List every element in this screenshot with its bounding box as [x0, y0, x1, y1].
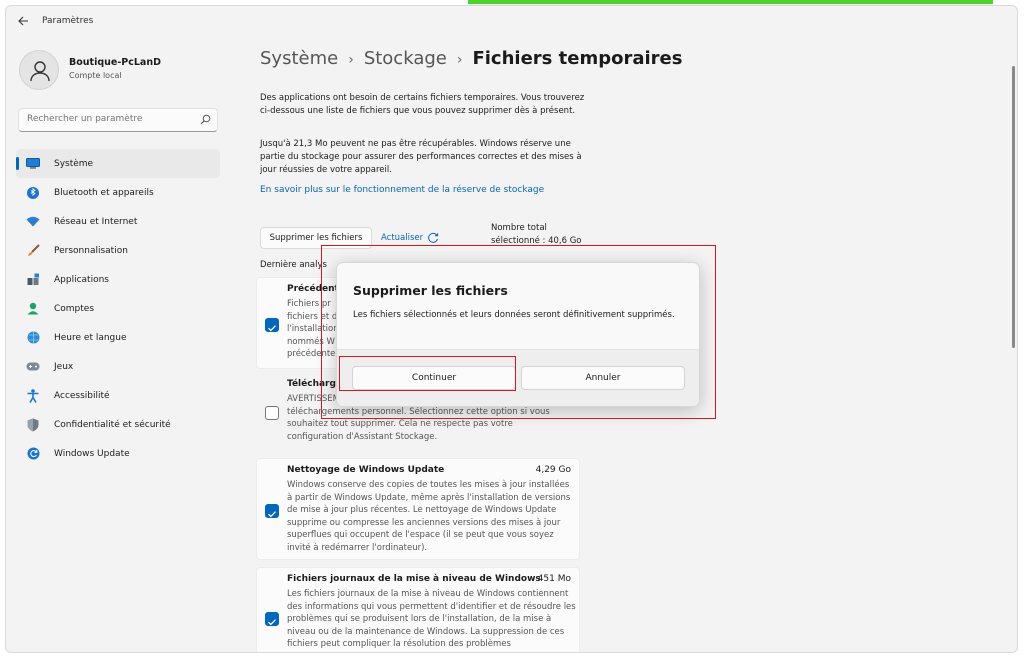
- user-icon: [30, 61, 50, 82]
- sidebar-item-label: Bluetooth et appareils: [54, 187, 154, 198]
- list-item[interactable]: Fichiers journaux de la mise à niveau de…: [256, 567, 580, 652]
- breadcrumb: Système › Stockage › Fichiers temporaires: [260, 48, 682, 69]
- scrollbar-thumb[interactable]: [1012, 66, 1015, 348]
- sidebar-item-label: Comptes: [54, 303, 95, 314]
- item-title: Fichiers journaux de la mise à niveau de…: [287, 574, 541, 584]
- profile-name: Boutique-PcLanD: [69, 57, 161, 68]
- refresh-icon: [428, 232, 439, 243]
- sidebar-item-comptes[interactable]: Comptes: [16, 294, 220, 323]
- confirm-delete-dialog: Supprimer les fichiers Les fichiers séle…: [336, 262, 700, 407]
- sidebar-item-label: Accessibilité: [54, 390, 110, 401]
- sidebar-item-accessibilite[interactable]: Accessibilité: [16, 381, 220, 410]
- profile-account-type: Compte local: [69, 71, 122, 80]
- title-bar: Paramètres: [6, 6, 1017, 38]
- monitor-icon: [26, 158, 40, 169]
- breadcrumb-separator: ›: [456, 52, 463, 68]
- sidebar-item-label: Réseau et Internet: [54, 216, 138, 227]
- continue-button[interactable]: Continuer: [352, 366, 516, 390]
- item-title: Nettoyage de Windows Update: [287, 465, 445, 475]
- breadcrumb-systeme[interactable]: Système: [260, 48, 338, 69]
- top-strip: [468, 0, 993, 4]
- refresh-button[interactable]: Actualiser: [381, 232, 439, 244]
- sidebar-item-reseau[interactable]: Réseau et Internet: [16, 207, 220, 236]
- item-title: Télécharge: [287, 379, 343, 389]
- sidebar-item-label: Personnalisation: [54, 245, 128, 256]
- person-icon: [27, 302, 39, 315]
- sidebar-item-windows-update[interactable]: Windows Update: [16, 439, 220, 468]
- total-selected: Nombre total sélectionné : 40,6 Go: [491, 222, 582, 248]
- bluetooth-icon: [27, 186, 39, 199]
- back-button[interactable]: [14, 14, 32, 30]
- sidebar-item-applications[interactable]: Applications: [16, 265, 220, 294]
- intro-text: Des applications ont besoin de certains …: [260, 93, 585, 116]
- search-icon: [200, 114, 211, 125]
- wifi-icon: [26, 216, 40, 227]
- breadcrumb-separator: ›: [348, 52, 354, 68]
- dialog-title: Supprimer les fichiers: [353, 283, 508, 298]
- dialog-message: Les fichiers sélectionnés et leurs donné…: [353, 310, 675, 320]
- item-checkbox[interactable]: [265, 406, 279, 420]
- sidebar-item-systeme[interactable]: Système: [16, 149, 220, 178]
- item-checkbox[interactable]: [265, 318, 279, 332]
- total-selected-line1: Nombre total: [491, 223, 547, 233]
- apps-icon: [27, 273, 39, 285]
- item-size: 4,29 Go: [535, 465, 571, 475]
- sidebar-item-jeux[interactable]: Jeux: [16, 352, 220, 381]
- shield-icon: [27, 418, 39, 431]
- sidebar-item-label: Heure et langue: [54, 332, 127, 343]
- page-title: Fichiers temporaires: [472, 48, 683, 69]
- delete-files-button[interactable]: Supprimer les fichiers: [260, 227, 372, 249]
- item-checkbox[interactable]: [265, 504, 279, 518]
- cancel-button[interactable]: Annuler: [521, 366, 685, 390]
- sidebar-item-label: Windows Update: [54, 448, 130, 459]
- checkmark-icon: [268, 619, 276, 626]
- sidebar-item-label: Jeux: [54, 361, 74, 372]
- last-analysis-label: Dernière analys: [260, 260, 327, 270]
- back-arrow-icon: [17, 16, 28, 26]
- globe-clock-icon: [27, 331, 39, 344]
- refresh-label: Actualiser: [381, 233, 424, 243]
- breadcrumb-stockage[interactable]: Stockage: [364, 48, 447, 69]
- checkmark-icon: [268, 511, 276, 518]
- sidebar-nav: Système Bluetooth et appareils Réseau et…: [16, 149, 220, 468]
- settings-window: Paramètres Boutique-PcLanD Compte local …: [5, 5, 1018, 653]
- sidebar-item-confidentialite[interactable]: Confidentialité et sécurité: [16, 410, 220, 439]
- avatar[interactable]: [19, 50, 59, 90]
- gamepad-icon: [26, 362, 40, 371]
- sidebar-item-label: Système: [54, 158, 94, 169]
- sidebar-item-bluetooth[interactable]: Bluetooth et appareils: [16, 178, 220, 207]
- accessibility-icon: [27, 388, 39, 403]
- sidebar-item-label: Applications: [54, 274, 109, 285]
- item-description: Windows conserve des copies de toutes le…: [287, 480, 571, 553]
- checkmark-icon: [268, 325, 276, 332]
- app-title: Paramètres: [42, 16, 94, 26]
- item-title: Précédent: [287, 284, 339, 294]
- learn-more-link[interactable]: En savoir plus sur le fonctionnement de …: [260, 185, 544, 195]
- item-description: Les fichiers journaux de la mise à nivea…: [287, 589, 576, 650]
- search-box[interactable]: [18, 108, 218, 132]
- brush-icon: [27, 244, 40, 256]
- item-size: 451 Mo: [537, 574, 571, 584]
- active-indicator: [16, 157, 19, 170]
- update-icon: [27, 447, 39, 460]
- sidebar-item-label: Confidentialité et sécurité: [54, 419, 171, 430]
- sidebar-item-personnalisation[interactable]: Personnalisation: [16, 236, 220, 265]
- list-item[interactable]: Nettoyage de Windows Update 4,29 Go Wind…: [256, 458, 580, 560]
- item-checkbox[interactable]: [265, 612, 279, 626]
- sidebar-item-heure[interactable]: Heure et langue: [16, 323, 220, 352]
- reserve-note: Jusqu'à 21,3 Mo peuvent ne pas être récu…: [260, 139, 582, 175]
- search-input[interactable]: [27, 114, 187, 124]
- total-selected-line2: sélectionné : 40,6 Go: [491, 236, 582, 246]
